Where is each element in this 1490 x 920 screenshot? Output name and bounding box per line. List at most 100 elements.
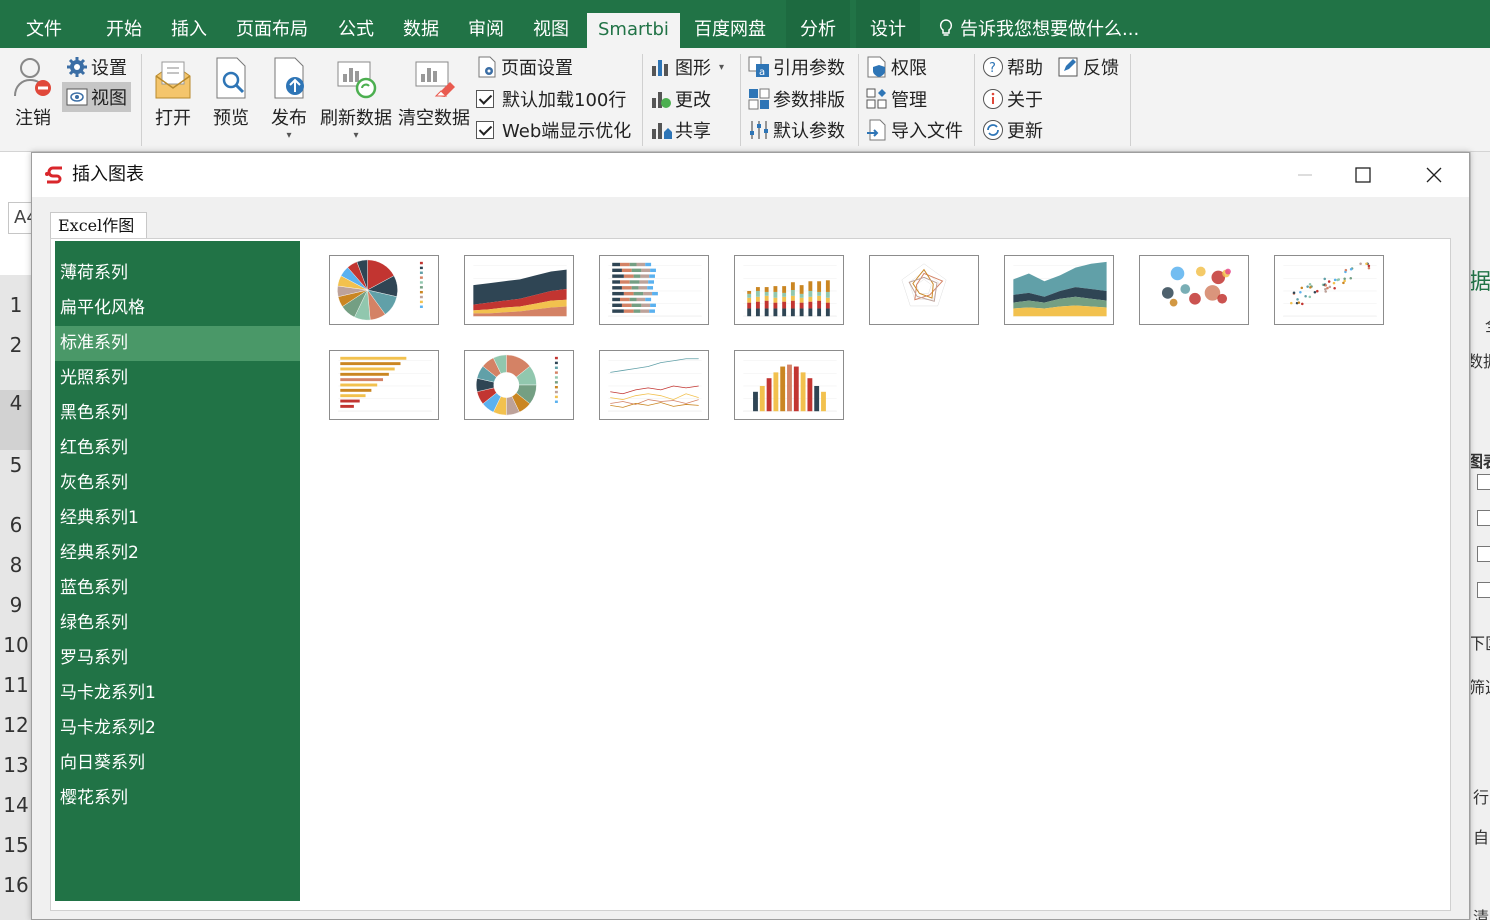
import-file-button[interactable]: 导入文件 — [866, 117, 963, 143]
pane-checkbox[interactable] — [1477, 546, 1490, 562]
row-number[interactable]: 14 — [0, 793, 32, 817]
pane-checkbox[interactable] — [1477, 474, 1490, 490]
row-number[interactable]: 5 — [0, 453, 32, 477]
open-button[interactable]: 打开 — [150, 56, 196, 130]
chart-template-donut[interactable] — [464, 350, 574, 420]
chart-template-pie[interactable] — [329, 255, 439, 325]
chart-template-radar[interactable] — [869, 255, 979, 325]
row-number[interactable]: 16 — [0, 873, 32, 897]
preview-button[interactable]: 预览 — [208, 56, 254, 130]
tab-file[interactable]: 文件 — [26, 0, 62, 48]
tab-formulas[interactable]: 公式 — [338, 0, 374, 48]
share-button[interactable]: 共享 — [650, 117, 711, 143]
row-number[interactable]: 4 — [0, 390, 32, 450]
load-default-rows-checkbox[interactable]: 默认加载100行 — [476, 86, 626, 112]
page-setup-label: 页面设置 — [501, 58, 573, 79]
settings-button[interactable]: 设置 — [66, 54, 127, 80]
refresh-dropdown-caret[interactable]: ▾ — [318, 130, 394, 141]
series-item-green[interactable]: 绿色系列 — [55, 606, 300, 641]
row-header-column: 1 2 4 5 6 8 9 10 11 12 13 14 15 16 — [0, 275, 32, 920]
tab-page-layout[interactable]: 页面布局 — [236, 0, 308, 48]
param-layout-button[interactable]: 参数排版 — [748, 86, 845, 112]
series-item-red[interactable]: 红色系列 — [55, 431, 300, 466]
row-number[interactable]: 9 — [0, 593, 32, 617]
manage-label: 管理 — [891, 90, 927, 111]
manage-button[interactable]: 管理 — [866, 86, 927, 112]
tab-insert[interactable]: 插入 — [171, 0, 207, 48]
refresh-data-button[interactable]: 刷新数据 ▾ — [318, 56, 394, 141]
chart-template-hbar[interactable] — [329, 350, 439, 420]
update-button[interactable]: 更新 — [982, 117, 1043, 143]
publish-button[interactable]: 发布 ▾ — [266, 56, 312, 141]
tab-smartbi[interactable]: Smartbi — [587, 13, 680, 48]
series-item-standard[interactable]: 标准系列 — [55, 326, 300, 361]
chart-template-bubble[interactable] — [1139, 255, 1249, 325]
tab-design[interactable]: 设计 — [856, 0, 920, 48]
series-item-macaron-1[interactable]: 马卡龙系列1 — [55, 676, 300, 711]
close-button[interactable] — [1411, 153, 1457, 197]
view-button[interactable]: 视图 — [62, 82, 131, 112]
series-item-classic-1[interactable]: 经典系列1 — [55, 501, 300, 536]
chart-template-area[interactable] — [1004, 255, 1114, 325]
chart-template-stacked-area[interactable] — [464, 255, 574, 325]
pane-checkbox[interactable] — [1477, 582, 1490, 598]
series-item-mint[interactable]: 薄荷系列 — [55, 256, 300, 291]
tell-me-search[interactable]: 告诉我您想要做什么... — [938, 0, 1139, 48]
row-number[interactable]: 15 — [0, 833, 32, 857]
modify-label: 更改 — [675, 90, 711, 111]
help-button[interactable]: ? 帮助 — [982, 54, 1043, 80]
feedback-button[interactable]: 反馈 — [1058, 54, 1119, 80]
series-item-sakura[interactable]: 樱花系列 — [55, 781, 300, 816]
chart-template-scatter[interactable] — [1274, 255, 1384, 325]
chart-template-line[interactable] — [599, 350, 709, 420]
publish-dropdown-caret[interactable]: ▾ — [266, 130, 312, 141]
tab-view[interactable]: 视图 — [533, 0, 569, 48]
series-item-roman[interactable]: 罗马系列 — [55, 641, 300, 676]
series-item-macaron-2[interactable]: 马卡龙系列2 — [55, 711, 300, 746]
web-display-optimize-checkbox[interactable]: Web端显示优化 — [476, 117, 631, 143]
dialog-title-bar[interactable]: 插入图表 — [32, 153, 1469, 197]
about-button[interactable]: 关于 — [982, 86, 1043, 112]
logout-button[interactable]: 注销 — [10, 56, 56, 130]
tab-analyze[interactable]: 分析 — [786, 0, 850, 48]
checkbox-checked-icon — [476, 90, 494, 108]
permission-button[interactable]: 权限 — [866, 54, 927, 80]
pane-fragment: 数据 — [1471, 348, 1490, 372]
row-number[interactable]: 8 — [0, 553, 32, 577]
chart-template-stacked-column[interactable] — [734, 255, 844, 325]
page-setup-button[interactable]: 页面设置 — [476, 54, 573, 80]
tab-data[interactable]: 数据 — [403, 0, 439, 48]
row-number[interactable]: 11 — [0, 673, 32, 697]
series-item-gray[interactable]: 灰色系列 — [55, 466, 300, 501]
tab-baidu-netdisk[interactable]: 百度网盘 — [694, 0, 766, 48]
series-item-black[interactable]: 黑色系列 — [55, 396, 300, 431]
chart-dropdown-caret[interactable]: ▾ — [719, 62, 724, 73]
pane-checkbox[interactable] — [1477, 510, 1490, 526]
chart-template-stacked-hbar[interactable] — [599, 255, 709, 325]
series-item-classic-2[interactable]: 经典系列2 — [55, 536, 300, 571]
row-number[interactable]: 13 — [0, 753, 32, 777]
settings-label: 设置 — [91, 58, 127, 79]
series-item-lighting[interactable]: 光照系列 — [55, 361, 300, 396]
chart-button[interactable]: 图形 ▾ — [650, 54, 724, 80]
tab-excel-chart[interactable]: Excel作图 — [50, 212, 147, 239]
reference-params-button[interactable]: a 引用参数 — [748, 54, 845, 80]
tab-review[interactable]: 审阅 — [468, 0, 504, 48]
maximize-button[interactable] — [1340, 153, 1386, 197]
series-item-sunflower[interactable]: 向日葵系列 — [55, 746, 300, 781]
chart-template-column[interactable] — [734, 350, 844, 420]
default-params-button[interactable]: 默认参数 — [748, 117, 845, 143]
tab-home[interactable]: 开始 — [106, 0, 142, 48]
column-chart-icon — [743, 360, 837, 412]
minimize-button[interactable] — [1282, 153, 1328, 197]
row-number[interactable]: 1 — [0, 293, 32, 317]
modify-button[interactable]: 更改 — [650, 86, 711, 112]
series-item-blue[interactable]: 蓝色系列 — [55, 571, 300, 606]
update-refresh-icon — [983, 120, 1003, 140]
series-item-flat[interactable]: 扁平化风格 — [55, 291, 300, 326]
clear-data-button[interactable]: 清空数据 — [396, 56, 472, 130]
row-number[interactable]: 2 — [0, 333, 32, 357]
row-number[interactable]: 6 — [0, 513, 32, 537]
row-number[interactable]: 12 — [0, 713, 32, 737]
row-number[interactable]: 10 — [0, 633, 32, 657]
